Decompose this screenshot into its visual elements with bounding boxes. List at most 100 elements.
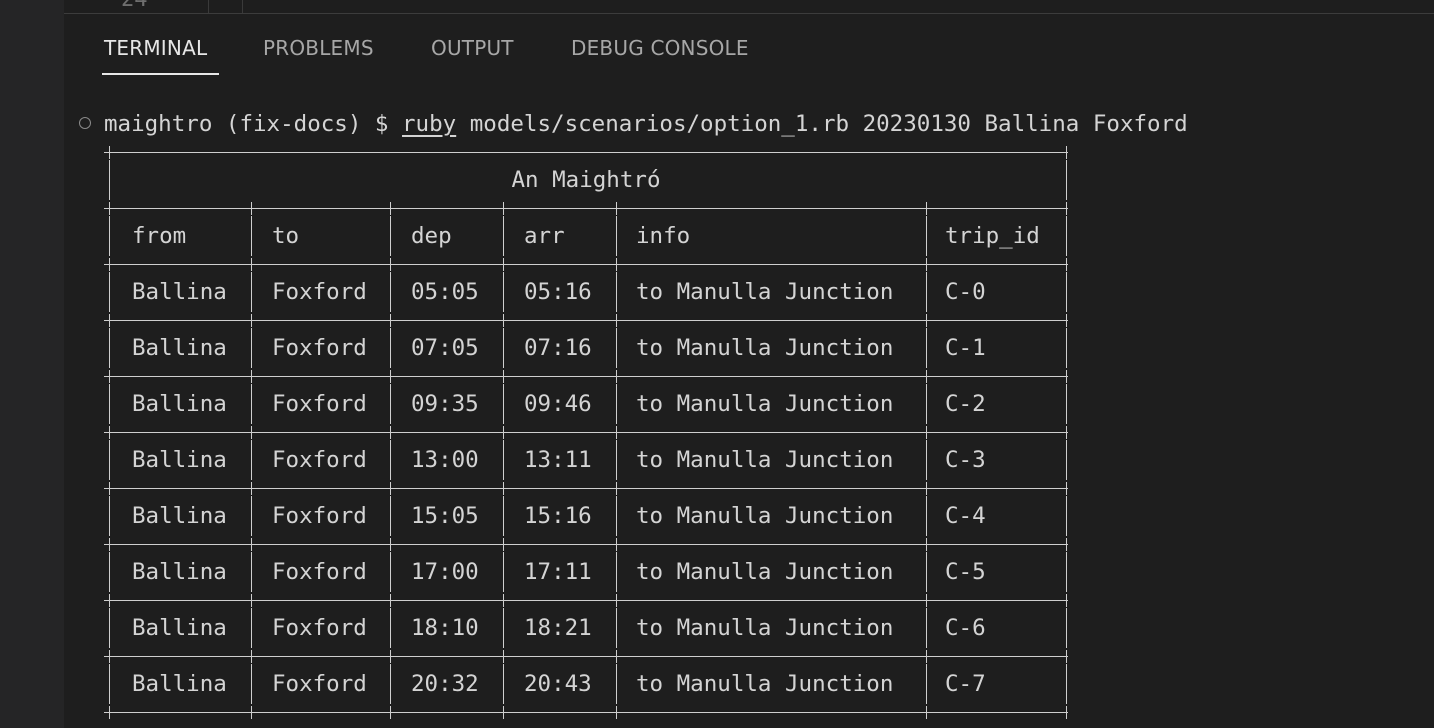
table-border	[616, 384, 617, 424]
table-cell: Ballina	[132, 615, 227, 641]
table-corner	[498, 201, 510, 215]
table-cell: 05:16	[524, 279, 592, 305]
table-cell: Foxford	[272, 503, 367, 529]
table-cell: to Manulla Junction	[636, 391, 894, 417]
table-cell: C-5	[945, 559, 986, 585]
gutter-divider	[208, 0, 209, 13]
table-corner	[104, 593, 116, 607]
table-corner	[1061, 537, 1073, 551]
table-corner	[104, 201, 116, 215]
table-cell: Foxford	[272, 615, 367, 641]
table-border	[390, 440, 391, 480]
table-border	[926, 552, 927, 592]
table-corner	[921, 425, 933, 439]
table-border	[251, 664, 252, 704]
table-border	[926, 664, 927, 704]
table-corner	[385, 705, 397, 719]
table-corner	[498, 705, 510, 719]
table-cell: 05:05	[411, 279, 479, 305]
table-cell: 17:11	[524, 559, 592, 585]
table-cell: Foxford	[272, 559, 367, 585]
table-border	[104, 202, 1068, 215]
table-cell: to Manulla Junction	[636, 559, 894, 585]
table-border	[616, 664, 617, 704]
table-cell: Ballina	[132, 503, 227, 529]
table-corner	[104, 649, 116, 663]
table-border	[251, 384, 252, 424]
table-border	[109, 384, 110, 424]
table-border	[1066, 552, 1067, 592]
terminal-output[interactable]: maightro (fix-docs) $ ruby models/scenar…	[64, 94, 1434, 728]
panel-tabs: TERMINAL PROBLEMS OUTPUT DEBUG CONSOLE	[64, 14, 1434, 76]
table-cell: 20:43	[524, 671, 592, 697]
table-corner	[385, 649, 397, 663]
tab-terminal[interactable]: TERMINAL	[104, 36, 207, 60]
table-border	[1066, 216, 1067, 256]
table-corner	[921, 649, 933, 663]
table-border	[390, 552, 391, 592]
table-corner	[1061, 257, 1073, 271]
table-border	[109, 552, 110, 592]
tab-problems[interactable]: PROBLEMS	[263, 36, 374, 60]
table-corner	[1061, 593, 1073, 607]
table-border	[390, 328, 391, 368]
table-corner	[104, 537, 116, 551]
table-border	[109, 328, 110, 368]
table-border	[616, 496, 617, 536]
table-corner	[611, 705, 623, 719]
table-border	[390, 664, 391, 704]
tab-output[interactable]: OUTPUT	[431, 36, 514, 60]
table-cell: C-4	[945, 503, 986, 529]
table-cell: 15:16	[524, 503, 592, 529]
table-corner	[1061, 481, 1073, 495]
table-border	[109, 440, 110, 480]
table-cell: Ballina	[132, 279, 227, 305]
table-corner	[1061, 313, 1073, 327]
table-border	[503, 552, 504, 592]
command-status-icon[interactable]	[79, 117, 91, 129]
table-cell: Ballina	[132, 671, 227, 697]
table-corner	[611, 481, 623, 495]
table-border	[926, 440, 927, 480]
table-border	[1066, 664, 1067, 704]
table-corner	[611, 313, 623, 327]
table-corner	[104, 369, 116, 383]
table-header-cell: trip_id	[945, 223, 1040, 249]
table-cell: C-6	[945, 615, 986, 641]
table-corner	[385, 481, 397, 495]
table-corner	[921, 537, 933, 551]
prompt: maightro (fix-docs) $	[104, 111, 403, 137]
table-header-cell: to	[272, 223, 300, 249]
command-ruby-link[interactable]: ruby	[402, 111, 456, 137]
table-border	[503, 440, 504, 480]
table-corner	[1061, 369, 1073, 383]
table-header-cell: info	[636, 223, 691, 249]
table-cell: to Manulla Junction	[636, 279, 894, 305]
table-corner	[498, 369, 510, 383]
table-border	[109, 496, 110, 536]
table-corner	[921, 593, 933, 607]
table-corner	[611, 425, 623, 439]
tab-debug-console[interactable]: DEBUG CONSOLE	[571, 36, 749, 60]
table-corner	[385, 369, 397, 383]
table-border	[926, 384, 927, 424]
table-border	[616, 552, 617, 592]
table-border	[503, 496, 504, 536]
table-corner	[385, 313, 397, 327]
table-corner	[104, 257, 116, 271]
table-border	[503, 328, 504, 368]
table-corner	[1061, 705, 1073, 719]
table-corner	[246, 481, 258, 495]
table-border	[616, 272, 617, 312]
table-border	[251, 552, 252, 592]
table-corner	[246, 649, 258, 663]
table-border	[390, 608, 391, 648]
table-border	[109, 272, 110, 312]
table-corner	[921, 201, 933, 215]
table-border	[1066, 384, 1067, 424]
table-border	[1066, 328, 1067, 368]
table-cell: Foxford	[272, 671, 367, 697]
table-border	[503, 216, 504, 256]
line-number: 24	[121, 0, 148, 13]
table-corner	[246, 537, 258, 551]
